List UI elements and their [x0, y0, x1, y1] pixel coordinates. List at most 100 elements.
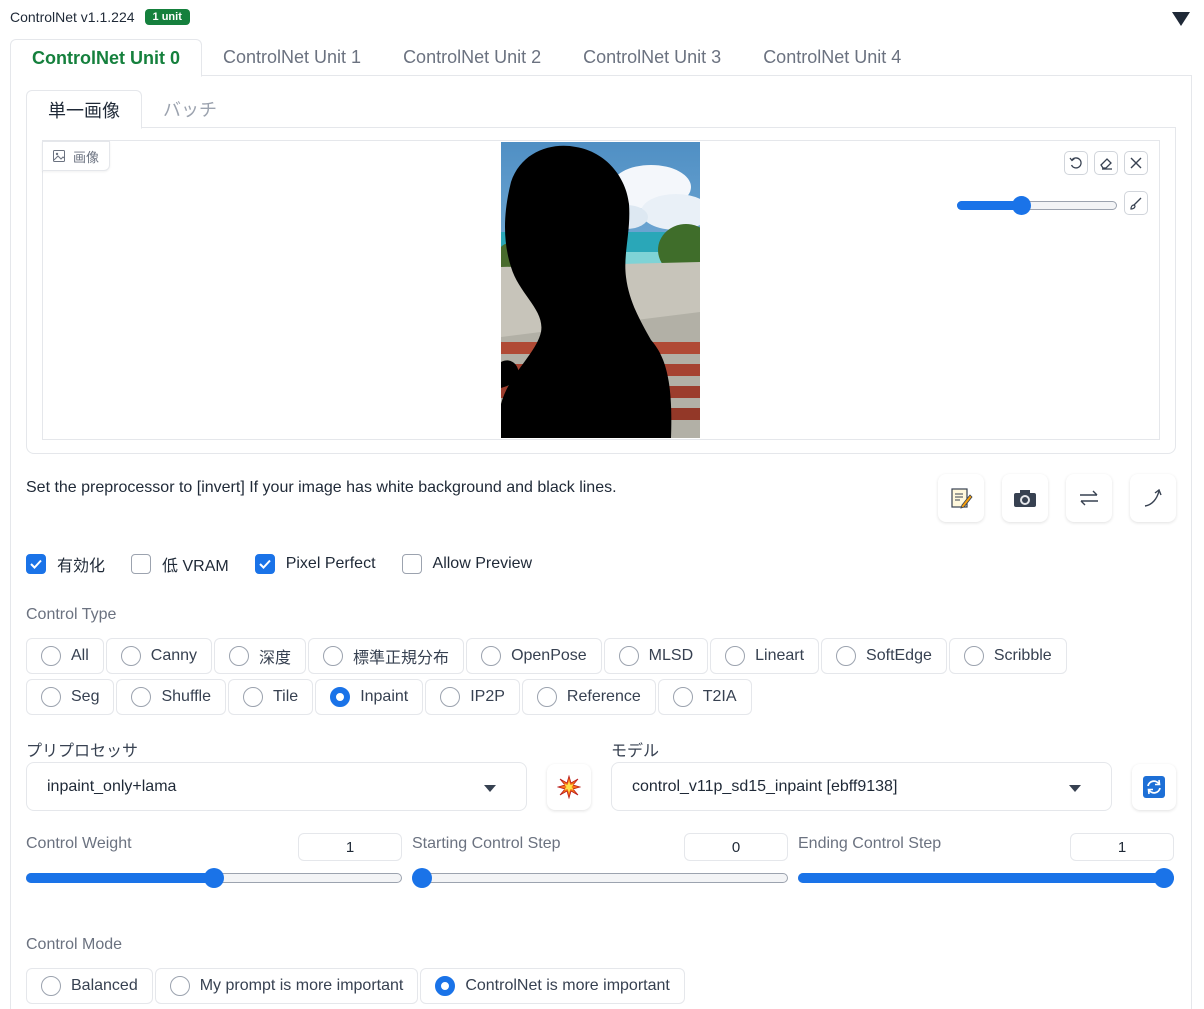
- tab-single-image[interactable]: 単一画像: [26, 90, 142, 129]
- control-type-openpose[interactable]: OpenPose: [466, 638, 602, 674]
- options-row: 有効化 低 VRAM Pixel Perfect Allow Preview: [26, 552, 558, 576]
- control-type-lineart[interactable]: Lineart: [710, 638, 820, 674]
- webcam-button[interactable]: [1002, 474, 1048, 522]
- checkbox-label: Pixel Perfect: [285, 555, 376, 572]
- preprocessor-label: プリプロセッサ: [26, 743, 139, 760]
- tab-batch[interactable]: バッチ: [142, 90, 238, 128]
- radio-circle: [41, 976, 61, 996]
- radio-circle: [131, 687, 152, 707]
- control-type-shuffle[interactable]: Shuffle: [116, 679, 226, 715]
- eraser-icon: [1100, 158, 1112, 170]
- control-type-ip2p[interactable]: IP2P: [425, 679, 520, 715]
- control-weight-slider[interactable]: [26, 868, 402, 888]
- control-type-inpaint[interactable]: Inpaint: [315, 679, 424, 715]
- control-weight-input[interactable]: 1: [298, 833, 402, 861]
- tab-controlnet-unit-1[interactable]: ControlNet Unit 1: [202, 39, 382, 76]
- radio-label: Tile: [273, 688, 299, 705]
- radio-circle: [836, 646, 857, 666]
- controlnet-title: ControlNet v1.1.224: [10, 9, 135, 25]
- model-dropdown[interactable]: control_v11p_sd15_inpaint [ebff9138]: [611, 762, 1112, 811]
- brush-button[interactable]: [1124, 191, 1148, 215]
- tab-controlnet-unit-0[interactable]: ControlNet Unit 0: [10, 39, 202, 77]
- radio-label: OpenPose: [511, 647, 587, 664]
- control-type-scribble[interactable]: Scribble: [948, 638, 1067, 674]
- checkbox-box[interactable]: [401, 554, 422, 574]
- radio-circle: [41, 646, 61, 666]
- brush-size-slider[interactable]: [957, 196, 1117, 215]
- checkbox-box[interactable]: [254, 554, 275, 574]
- radio-label: My prompt is more important: [199, 977, 404, 994]
- pixel-perfect-checkbox[interactable]: Pixel Perfect: [254, 554, 376, 574]
- control-mode-balanced[interactable]: Balanced: [26, 968, 153, 1004]
- preprocessor-hint: Set the preprocessor to [invert] If your…: [26, 479, 617, 496]
- explosion-icon: [557, 775, 581, 799]
- checkbox-box[interactable]: [131, 554, 152, 574]
- radio-label: All: [71, 647, 89, 664]
- control-mode-label: Control Mode: [26, 936, 123, 953]
- radio-circle: [536, 687, 557, 707]
- radio-label: Lineart: [755, 647, 805, 664]
- starting-control-step-slider[interactable]: [412, 868, 788, 888]
- tab-controlnet-unit-3[interactable]: ControlNet Unit 3: [562, 39, 742, 76]
- control-type-row-1: All Canny 深度 標準正規分布 OpenPose MLSD Linear…: [26, 638, 1067, 674]
- close-icon: [1130, 157, 1142, 169]
- ending-control-step-slider[interactable]: [798, 868, 1174, 888]
- starting-control-step-input[interactable]: 0: [684, 833, 788, 861]
- radio-label: Canny: [150, 647, 198, 664]
- run-preprocessor-button[interactable]: [547, 764, 591, 810]
- radio-label: 標準正規分布: [353, 650, 450, 667]
- control-type-all[interactable]: All: [26, 638, 104, 674]
- refresh-models-button[interactable]: [1132, 764, 1176, 810]
- ending-control-step-input[interactable]: 1: [1070, 833, 1174, 861]
- enable-checkbox[interactable]: 有効化: [26, 552, 105, 576]
- control-type-seg[interactable]: Seg: [26, 679, 115, 715]
- model-label: モデル: [611, 743, 660, 760]
- control-type-tile[interactable]: Tile: [228, 679, 314, 715]
- control-type-t2ia[interactable]: T2IA: [657, 679, 752, 715]
- control-type-normal-map[interactable]: 標準正規分布: [308, 638, 465, 674]
- radio-label: Scribble: [993, 647, 1052, 664]
- low-vram-checkbox[interactable]: 低 VRAM: [131, 552, 229, 576]
- control-type-softedge[interactable]: SoftEdge: [821, 638, 947, 674]
- checkbox-box[interactable]: [26, 554, 46, 574]
- control-type-reference[interactable]: Reference: [521, 679, 656, 715]
- radio-label: Balanced: [71, 977, 138, 994]
- brush-icon: [1130, 197, 1142, 210]
- radio-label: Seg: [71, 688, 100, 705]
- image-icon: [53, 150, 65, 162]
- image-tabs: 単一画像 バッチ: [26, 90, 1176, 129]
- swap-icon: [1080, 490, 1098, 506]
- ending-control-step-label: Ending Control Step: [798, 835, 942, 852]
- clear-button[interactable]: [1124, 151, 1148, 175]
- mirror-webcam-button[interactable]: [1066, 474, 1112, 522]
- radio-circle: [41, 687, 61, 707]
- control-type-label: Control Type: [26, 606, 117, 623]
- unit-count-badge: 1 unit: [144, 9, 190, 25]
- control-type-mlsd[interactable]: MLSD: [603, 638, 709, 674]
- control-mode-prompt-important[interactable]: My prompt is more important: [154, 968, 419, 1004]
- eraser-button[interactable]: [1094, 151, 1118, 175]
- control-type-canny[interactable]: Canny: [105, 638, 213, 674]
- tab-controlnet-unit-2[interactable]: ControlNet Unit 2: [382, 39, 562, 76]
- radio-circle: [440, 687, 461, 707]
- check-icon: [30, 559, 42, 569]
- radio-circle: [672, 687, 693, 707]
- tab-controlnet-unit-4[interactable]: ControlNet Unit 4: [742, 39, 922, 76]
- radio-circle: [229, 646, 250, 666]
- control-mode-row: Balanced My prompt is more important Con…: [26, 968, 685, 1004]
- controlnet-header[interactable]: ControlNet v1.1.224 1 unit: [10, 6, 190, 28]
- uploaded-image: [501, 142, 700, 438]
- control-type-depth[interactable]: 深度: [214, 638, 307, 674]
- undo-button[interactable]: [1064, 151, 1088, 175]
- preprocessor-dropdown[interactable]: inpaint_only+lama: [26, 762, 527, 811]
- collapse-arrow-icon[interactable]: [1172, 12, 1190, 26]
- open-editor-button[interactable]: [938, 474, 984, 522]
- radio-circle-selected: [330, 687, 351, 707]
- control-mode-controlnet-important[interactable]: ControlNet is more important: [420, 968, 685, 1004]
- radio-circle: [725, 646, 746, 666]
- send-dimensions-button[interactable]: [1130, 474, 1176, 522]
- edit-icon: [951, 488, 973, 509]
- radio-label: MLSD: [648, 647, 694, 664]
- radio-label: 深度: [259, 650, 292, 667]
- allow-preview-checkbox[interactable]: Allow Preview: [401, 554, 532, 574]
